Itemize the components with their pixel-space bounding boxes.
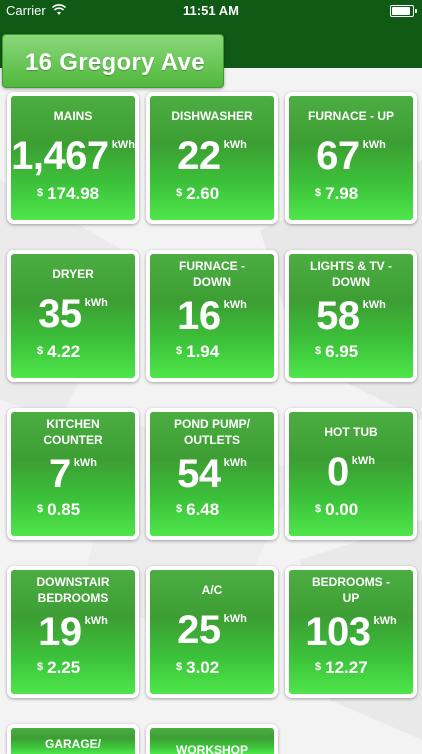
tile-furnace-up[interactable]: FURNACE - UP 67 kWh $7.98: [285, 92, 417, 224]
cost-value: 2.25: [47, 658, 81, 677]
dollar-sign: $: [315, 661, 322, 673]
dollar-sign: $: [315, 503, 322, 515]
dollar-sign: $: [315, 345, 322, 357]
kwh-value: 22: [177, 134, 221, 178]
kwh-value: 67: [316, 134, 360, 178]
dollar-sign: $: [176, 187, 183, 199]
dollar-sign: $: [37, 661, 44, 673]
cost-value: 1.94: [186, 342, 220, 361]
kwh-unit: kWh: [73, 457, 97, 469]
tile-name: LIGHTS & TV - DOWN: [310, 259, 392, 289]
kwh-unit: kWh: [111, 139, 135, 151]
kwh-unit: kWh: [223, 457, 247, 469]
kwh-value: 1,467: [11, 134, 109, 178]
tile-name: BEDROOMS - UP: [312, 575, 390, 605]
cost-value: 174.98: [47, 184, 100, 203]
cost-value: 0.85: [47, 500, 81, 519]
tile-dryer[interactable]: DRYER 35 kWh $4.22: [7, 250, 139, 382]
kwh-unit: kWh: [223, 299, 247, 311]
kwh-unit: kWh: [362, 299, 386, 311]
tile-name: FURNACE - DOWN: [179, 259, 245, 289]
tile-dishwasher[interactable]: DISHWASHER 22 kWh $2.60: [146, 92, 278, 224]
cost-value: 2.60: [186, 184, 220, 203]
tile-ac[interactable]: A/C 25 kWh $3.02: [146, 566, 278, 698]
dollar-sign: $: [37, 503, 44, 515]
tile-name: POND PUMP/ OUTLETS: [173, 417, 250, 447]
kwh-value: 54: [177, 452, 221, 496]
kwh-unit: kWh: [223, 613, 247, 625]
kwh-value: 25: [177, 608, 221, 652]
cost-value: 7.98: [325, 184, 359, 203]
tile-name: DOWNSTAIR BEDROOMS: [36, 575, 110, 605]
cost-value: 6.48: [186, 500, 220, 519]
dollar-sign: $: [37, 187, 44, 199]
dollar-sign: $: [315, 187, 322, 199]
cost-value: 4.22: [47, 342, 81, 361]
tile-name: A/C: [201, 583, 223, 597]
dollar-sign: $: [176, 661, 183, 673]
tile-furnace-down[interactable]: FURNACE - DOWN 16 kWh $1.94: [146, 250, 278, 382]
kwh-value: 103: [305, 610, 371, 654]
tile-pond-pump-outlets[interactable]: POND PUMP/ OUTLETS 54 kWh $6.48: [146, 408, 278, 540]
tile-hot-tub[interactable]: HOT TUB 0 kWh $0.00: [285, 408, 417, 540]
cost-value: 0.00: [325, 500, 359, 519]
kwh-value: 7: [49, 452, 71, 496]
status-time: 11:51 AM: [183, 3, 239, 18]
dollar-sign: $: [37, 345, 44, 357]
tile-mains[interactable]: MAINS 1,467 kWh $174.98: [7, 92, 139, 224]
dollar-sign: $: [176, 503, 183, 515]
circuit-grid: MAINS 1,467 kWh $174.98 DISHWASHER 22 kWh …: [0, 0, 422, 754]
kwh-value: 35: [38, 292, 82, 336]
status-bar: Carrier 11:51 AM: [0, 0, 422, 20]
tile-bedrooms-up[interactable]: BEDROOMS - UP 103 kWh $12.27: [285, 566, 417, 698]
kwh-value: 0: [327, 450, 349, 494]
tile-name: HOT TUB: [324, 425, 378, 439]
kwh-unit: kWh: [373, 615, 397, 627]
cost-value: 3.02: [186, 658, 220, 677]
tile-name: KITCHEN COUNTER: [43, 417, 103, 447]
kwh-unit: kWh: [362, 139, 386, 151]
kwh-value: 16: [177, 294, 221, 338]
dollar-sign: $: [176, 345, 183, 357]
tile-name: DISHWASHER: [171, 109, 253, 123]
tile-name: WORKSHOP: [176, 743, 248, 754]
kwh-value: 58: [316, 294, 360, 338]
tile-lights-tv-down[interactable]: LIGHTS & TV - DOWN 58 kWh $6.95: [285, 250, 417, 382]
cost-value: 6.95: [325, 342, 359, 361]
kwh-unit: kWh: [223, 139, 247, 151]
tile-name: FURNACE - UP: [308, 109, 394, 123]
kwh-value: 19: [38, 610, 82, 654]
kwh-unit: kWh: [351, 455, 375, 467]
tile-kitchen-counter[interactable]: KITCHEN COUNTER 7 kWh $0.85: [7, 408, 139, 540]
battery-icon: [390, 5, 417, 17]
tile-name: DRYER: [52, 267, 94, 281]
cost-value: 12.27: [325, 658, 368, 677]
kwh-unit: kWh: [84, 615, 108, 627]
tile-name: MAINS: [53, 109, 93, 123]
tile-downstair-bedrooms[interactable]: DOWNSTAIR BEDROOMS 19 kWh $2.25: [7, 566, 139, 698]
kwh-unit: kWh: [84, 297, 108, 309]
